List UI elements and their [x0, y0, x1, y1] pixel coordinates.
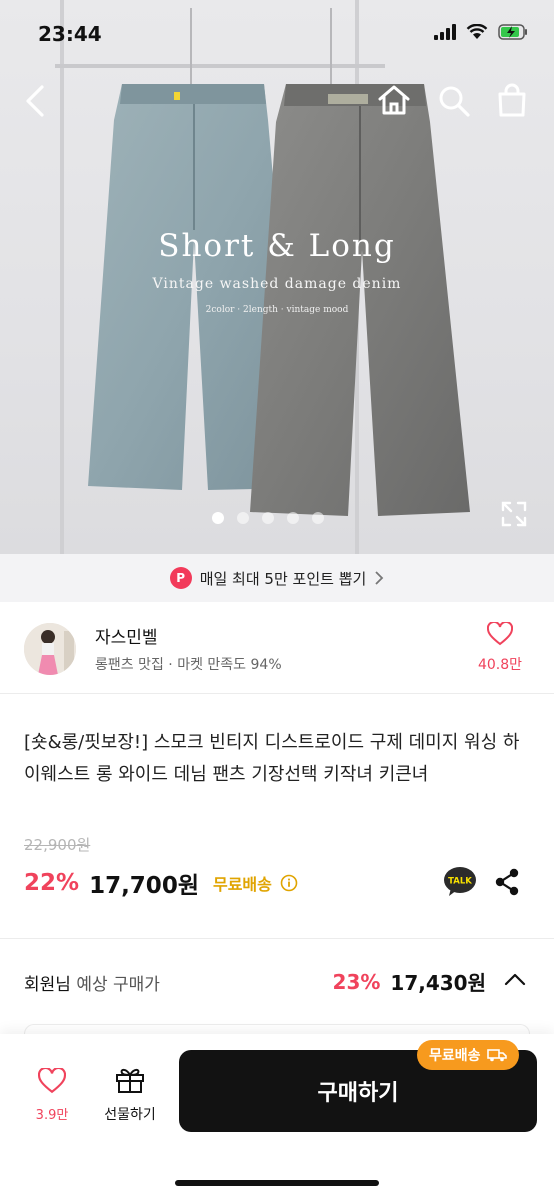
grey-wash-jeans-image [250, 84, 470, 516]
product-like-button[interactable]: 3.9만 [24, 1066, 80, 1123]
seller-avatar[interactable] [24, 623, 76, 675]
gift-icon [116, 1068, 144, 1093]
seller-description: 롱팬츠 맛집 · 마켓 만족도 94% [95, 657, 282, 673]
hanger [190, 8, 192, 88]
member-price: 23% 17,430원 [333, 967, 486, 996]
kakao-talk-share-icon[interactable]: TALK [443, 866, 477, 898]
seller-avatar-image [24, 623, 76, 675]
store-like-button[interactable]: 40.8만 [470, 620, 530, 674]
status-time: 23:44 [38, 22, 102, 46]
original-price: 22,900원 [24, 836, 91, 854]
hero-tags: 2color · 2length · vintage mood [205, 305, 349, 315]
carousel-dots [212, 512, 324, 524]
point-badge: P [169, 567, 192, 589]
chevron-up-icon[interactable] [504, 972, 526, 986]
promo-text: 매일 최대 5만 포인트 뽑기 [199, 569, 367, 588]
seller-row[interactable]: 자스민벨 롱팬츠 맛집 · 마켓 만족도 94% 40.8만 [0, 602, 554, 694]
seller-name[interactable]: 자스민벨 [95, 623, 158, 648]
search-icon[interactable] [437, 84, 471, 118]
member-price-label: 회원님 예상 구매가 [24, 970, 160, 995]
free-shipping-badge: 무료배송 [417, 1040, 519, 1070]
hanger [330, 8, 332, 88]
heart-icon [486, 620, 514, 646]
signal-icon [434, 24, 456, 40]
hero-subtitle: Vintage washed damage denim [152, 276, 402, 292]
carousel-dot[interactable] [287, 512, 299, 524]
discount-rate: 22% [24, 870, 80, 896]
point-promo-banner[interactable]: P 매일 최대 5만 포인트 뽑기 [0, 554, 554, 602]
product-image-carousel[interactable]: Short & Long Vintage washed damage denim… [0, 0, 554, 554]
member-label-rest: 예상 구매가 [70, 975, 160, 995]
bottom-action-bar: 3.9만 선물하기 구매하기 무료배송 [0, 1034, 554, 1200]
wifi-icon [466, 24, 488, 39]
member-price-value: 17,430원 [390, 971, 486, 995]
home-icon[interactable] [377, 84, 411, 116]
rack-bar [55, 64, 385, 68]
member-price-detail-card [24, 1024, 530, 1034]
carousel-dot[interactable] [262, 512, 274, 524]
heart-icon [37, 1066, 67, 1094]
truck-icon [486, 1049, 507, 1062]
member-label-strong: 회원님 [24, 975, 71, 995]
sale-price: 17,700원 [89, 873, 199, 899]
free-shipping-badge-label: 무료배송 [429, 1048, 481, 1064]
home-indicator [175, 1180, 379, 1186]
carousel-dot[interactable] [312, 512, 324, 524]
product-title: [숏&롱/핏보장!] 스모크 빈티지 디스트로이드 구제 데미지 워싱 하이웨스… [24, 732, 520, 785]
expand-icon[interactable] [500, 500, 528, 528]
member-discount: 23% [332, 969, 381, 994]
gift-label: 선물하기 [104, 1107, 156, 1123]
carousel-dot[interactable] [237, 512, 249, 524]
carousel-dot-active[interactable] [212, 512, 224, 524]
kakao-talk-label: TALK [448, 877, 472, 887]
free-shipping-label: 무료배송 [212, 875, 272, 894]
battery-charging-icon [498, 24, 527, 40]
back-icon[interactable] [24, 84, 46, 118]
price-row: 22% 17,700원 무료배송 [24, 866, 298, 900]
store-like-count: 40.8만 [477, 657, 523, 673]
shopping-bag-icon[interactable] [496, 82, 528, 118]
section-divider [0, 938, 554, 939]
share-icon[interactable] [494, 868, 520, 896]
chevron-right-icon [375, 571, 384, 585]
info-icon[interactable] [280, 874, 298, 892]
gift-button[interactable]: 선물하기 [96, 1066, 164, 1124]
status-icons [434, 24, 528, 40]
hero-title: Short & Long [158, 228, 396, 264]
product-like-count: 3.9만 [35, 1108, 69, 1123]
